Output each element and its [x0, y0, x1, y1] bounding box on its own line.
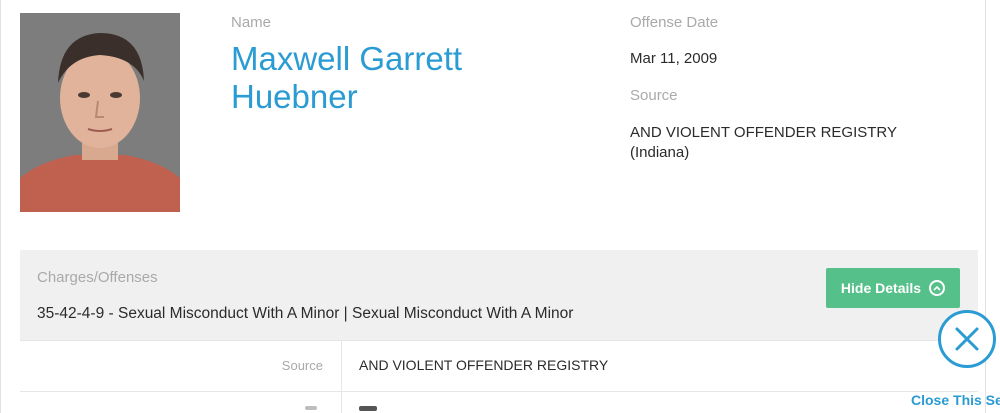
source-value: AND VIOLENT OFFENDER REGISTRY (Indiana) [630, 124, 897, 161]
detail-key-partial [305, 406, 317, 410]
chevron-up-icon [929, 280, 946, 296]
source-label: Source [630, 87, 678, 104]
charges-value: 35-42-4-9 - Sexual Misconduct With A Min… [37, 305, 574, 322]
close-section-link[interactable]: Close This Se [911, 392, 1000, 408]
detail-value-partial [359, 406, 377, 411]
close-icon [955, 327, 979, 351]
offender-name: Maxwell Garrett Huebner [231, 40, 463, 115]
detail-row: Source AND VIOLENT OFFENDER REGISTRY [20, 340, 978, 392]
charges-panel: Charges/Offenses 35-42-4-9 - Sexual Misc… [20, 250, 978, 340]
record-card: Name Maxwell Garrett Huebner Offense Dat… [0, 0, 986, 413]
close-section-button[interactable] [938, 310, 996, 368]
row-divider [341, 341, 342, 391]
mugshot-photo [20, 13, 180, 212]
name-label: Name [231, 14, 272, 31]
hide-details-label: Hide Details [840, 280, 922, 296]
detail-row-partial [20, 392, 978, 413]
detail-value: AND VIOLENT OFFENDER REGISTRY [359, 357, 609, 373]
hide-details-button[interactable]: Hide Details [826, 268, 960, 308]
row-divider [341, 392, 342, 413]
offense-date-label: Offense Date [630, 14, 719, 31]
offense-date-value: Mar 11, 2009 [630, 50, 718, 67]
charges-label: Charges/Offenses [37, 269, 158, 286]
detail-key: Source [281, 358, 323, 373]
